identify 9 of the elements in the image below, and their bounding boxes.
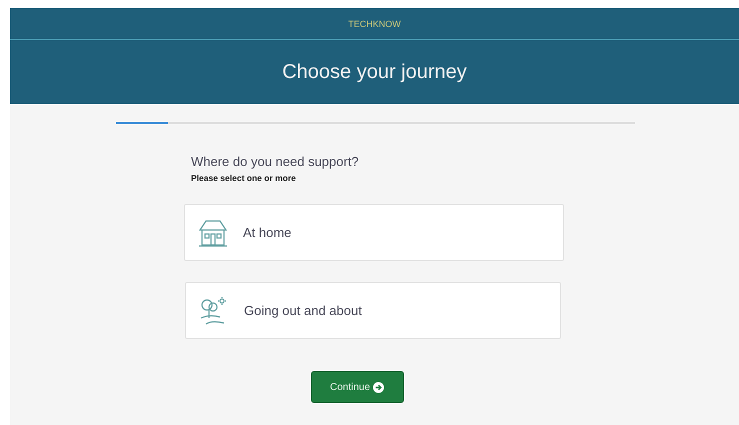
question-text: Where do you need support? — [191, 154, 360, 169]
house-icon — [197, 218, 229, 248]
continue-button[interactable]: Continue — [310, 371, 404, 403]
option-card[interactable]: At home — [184, 204, 564, 261]
brand-name: TECHKNOW — [348, 18, 401, 28]
page-title: Choose your journey — [282, 60, 467, 84]
arrow-right-icon — [373, 382, 384, 392]
hint-text: Please select one or more — [191, 173, 297, 183]
option-card[interactable]: Going out and about — [185, 282, 561, 339]
